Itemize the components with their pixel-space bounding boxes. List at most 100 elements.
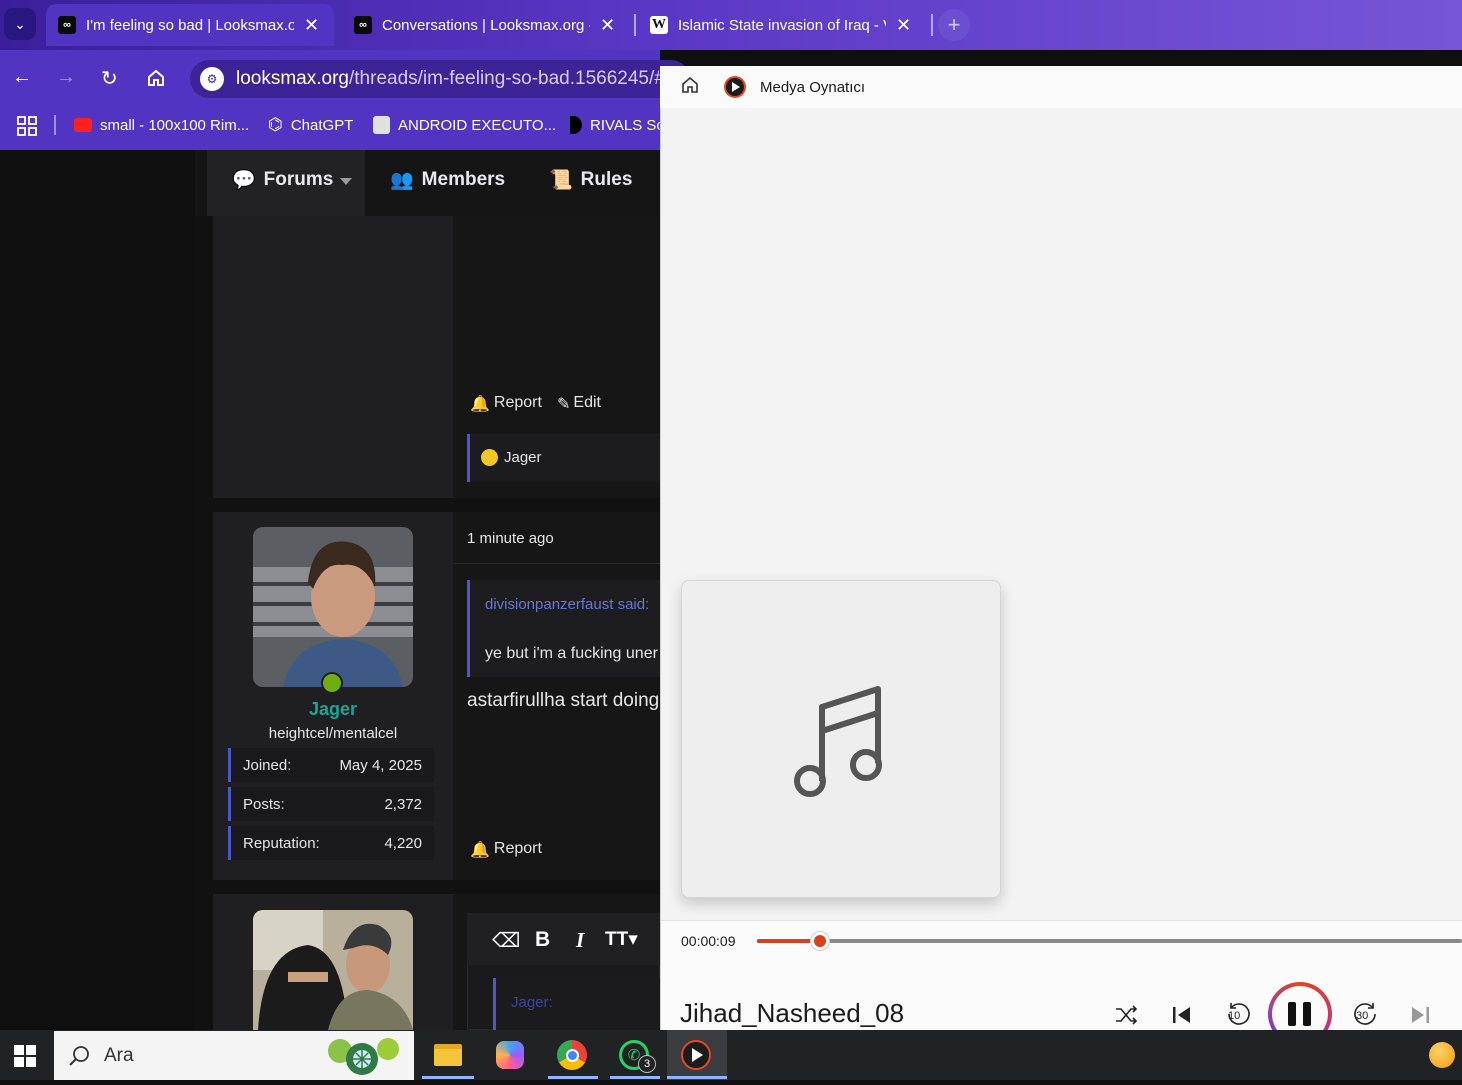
scroll-icon: 📜 bbox=[549, 170, 573, 191]
seek-bar-fill bbox=[757, 939, 813, 943]
bookmark-label: ChatGPT bbox=[290, 116, 354, 134]
rewind-seconds: 10 bbox=[1228, 1010, 1241, 1022]
shuffle-icon bbox=[1116, 1005, 1138, 1025]
media-player-app-icon bbox=[724, 76, 746, 98]
editor-quote: Jager: bbox=[493, 978, 660, 1030]
back-button[interactable]: ← bbox=[12, 66, 32, 89]
stat-reputation: Reputation: 4,220 bbox=[228, 826, 434, 860]
windows-start-button[interactable] bbox=[14, 1045, 36, 1072]
bookmark-android-executor[interactable]: ANDROID EXECUTO... bbox=[373, 112, 556, 138]
taskbar-search[interactable]: Ara bbox=[54, 1031, 414, 1080]
tab-search-button[interactable]: ⌄ bbox=[4, 8, 36, 40]
media-player-taskbar-icon[interactable] bbox=[678, 1037, 714, 1073]
android-executor-icon bbox=[373, 116, 390, 134]
tab-conversations[interactable]: ∞ Conversations | Looksmax.org - ✕ bbox=[342, 4, 630, 46]
taskbar-running-indicator bbox=[610, 1076, 660, 1079]
tab-looksmax-thread[interactable]: ∞ I'm feeling so bad | Looksmax.o ✕ bbox=[46, 4, 334, 46]
pause-icon-bar bbox=[1303, 1002, 1311, 1026]
new-tab-button[interactable]: + bbox=[938, 9, 970, 41]
quote-block: divisionpanzerfaust said: ye but i'm a f… bbox=[467, 580, 660, 677]
forward-button[interactable]: → bbox=[56, 66, 76, 89]
shuffle-button[interactable] bbox=[1114, 1003, 1138, 1032]
search-highlight-image bbox=[322, 1033, 404, 1079]
looksmax-icon: ∞ bbox=[58, 16, 76, 34]
post-message: astarfirullha start doing bbox=[467, 690, 660, 711]
sad-face-icon bbox=[481, 449, 498, 466]
tab-wikipedia[interactable]: W Islamic State invasion of Iraq - V ✕ bbox=[638, 4, 928, 46]
reply-avatar[interactable] bbox=[253, 910, 413, 1030]
youtube-icon bbox=[74, 118, 92, 132]
chevron-down-icon: ⌄ bbox=[14, 15, 26, 32]
weather-widget-icon[interactable] bbox=[1429, 1042, 1455, 1068]
bookmark-rivals[interactable]: RIVALS Scr bbox=[570, 112, 669, 138]
url-host: looksmax.org bbox=[236, 68, 349, 89]
nav-members[interactable]: 👥 Members bbox=[390, 168, 505, 192]
bookmark-divider bbox=[54, 115, 56, 135]
address-bar[interactable]: ⚙ looksmax.org/threads/im-feeling-so-bad… bbox=[190, 60, 690, 98]
skip-previous-icon bbox=[1173, 1007, 1190, 1023]
previous-button[interactable] bbox=[1170, 1003, 1194, 1032]
fast-forward-button[interactable]: 30 bbox=[1352, 1000, 1380, 1033]
nav-rules[interactable]: 📜 Rules bbox=[549, 168, 632, 192]
play-pause-button[interactable] bbox=[1268, 982, 1332, 1030]
media-player-titlebar: Medya Oynatıcı bbox=[660, 66, 1462, 108]
reaction-entry[interactable]: Jager bbox=[481, 449, 542, 466]
whatsapp-icon[interactable]: ✆ 3 bbox=[616, 1037, 656, 1073]
close-icon[interactable]: ✕ bbox=[304, 15, 319, 36]
home-button[interactable] bbox=[146, 68, 166, 93]
bookmark-label: ANDROID EXECUTO... bbox=[398, 116, 557, 134]
font-size-button[interactable]: TT▾ bbox=[605, 928, 638, 951]
tab-label: Islamic State invasion of Iraq - V bbox=[678, 16, 886, 34]
nav-forums[interactable]: 💬 Forums bbox=[232, 168, 333, 192]
bookmark-label: RIVALS Scr bbox=[590, 116, 669, 134]
album-art bbox=[681, 580, 1001, 898]
post2-report-link[interactable]: 🔔 Report bbox=[470, 840, 542, 860]
tab-label: Conversations | Looksmax.org - bbox=[382, 16, 590, 34]
tab-divider bbox=[634, 14, 636, 36]
skip-next-icon bbox=[1412, 1007, 1429, 1023]
search-icon bbox=[69, 1045, 89, 1066]
post1-edit-link[interactable]: ✎ Edit bbox=[557, 394, 601, 414]
stat-joined: Joined: May 4, 2025 bbox=[228, 748, 434, 782]
bookmark-youtube[interactable]: small - 100x100 Rim... bbox=[74, 112, 249, 138]
file-explorer-icon[interactable] bbox=[430, 1037, 466, 1073]
taskbar-running-indicator bbox=[667, 1076, 727, 1079]
seek-bar[interactable] bbox=[757, 931, 1462, 951]
quote-author[interactable]: divisionpanzerfaust said: bbox=[485, 596, 649, 613]
home-icon bbox=[148, 69, 164, 86]
close-icon[interactable]: ✕ bbox=[896, 15, 911, 36]
plus-icon: + bbox=[947, 12, 961, 37]
chatgpt-icon: ⌬ bbox=[268, 115, 283, 134]
bold-button[interactable]: B bbox=[535, 928, 550, 952]
eraser-icon[interactable]: ⌫ bbox=[492, 928, 520, 953]
rewind-button[interactable]: 10 bbox=[1224, 1000, 1252, 1033]
apps-icon[interactable] bbox=[17, 116, 37, 141]
reload-button[interactable]: ↻ bbox=[101, 66, 118, 91]
pencil-icon: ✎ bbox=[557, 396, 571, 413]
close-icon[interactable]: ✕ bbox=[600, 15, 615, 36]
online-status-indicator bbox=[321, 672, 343, 694]
site-info-icon[interactable]: ⚙ bbox=[200, 67, 224, 91]
bookmark-chatgpt[interactable]: ⌬ ChatGPT bbox=[268, 112, 353, 138]
divider bbox=[453, 563, 660, 564]
bell-icon: 🔔 bbox=[470, 396, 490, 413]
next-button[interactable] bbox=[1408, 1003, 1432, 1032]
username[interactable]: Jager bbox=[213, 699, 453, 720]
avatar[interactable] bbox=[253, 527, 413, 687]
home-icon[interactable] bbox=[680, 75, 700, 99]
user-title: heightcel/mentalcel bbox=[268, 725, 398, 742]
elapsed-time: 00:00:09 bbox=[681, 933, 736, 949]
post1-user-panel bbox=[213, 216, 453, 498]
post-timestamp[interactable]: 1 minute ago bbox=[467, 530, 554, 547]
pause-icon bbox=[1288, 1002, 1296, 1026]
seek-thumb[interactable] bbox=[810, 931, 831, 951]
caret-down-icon[interactable] bbox=[340, 178, 352, 185]
italic-button[interactable]: I bbox=[576, 928, 584, 953]
windows-logo-icon bbox=[14, 1045, 36, 1067]
bookmark-label: small - 100x100 Rim... bbox=[100, 116, 250, 134]
post1-report-link[interactable]: 🔔 Report bbox=[470, 394, 542, 414]
quote-text: ye but i'm a fucking uner bbox=[485, 645, 658, 662]
taskbar-running-indicator bbox=[422, 1076, 474, 1079]
copilot-icon[interactable] bbox=[492, 1037, 528, 1073]
chrome-icon[interactable] bbox=[554, 1037, 590, 1073]
